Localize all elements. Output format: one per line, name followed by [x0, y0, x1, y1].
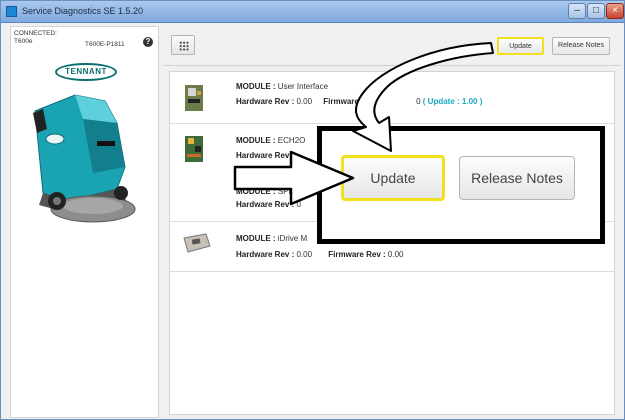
hardware-rev-value: 0.00: [296, 97, 313, 106]
minimize-button[interactable]: –: [568, 3, 586, 19]
tennant-logo: TENNANT: [55, 63, 117, 81]
connection-status-label: CONNECTED:: [14, 30, 57, 37]
app-icon: [6, 6, 17, 17]
module-name: SPE: [277, 187, 294, 196]
maximize-button[interactable]: □: [587, 3, 605, 19]
hardware-rev-value: 0.00: [296, 250, 313, 259]
hardware-rev-label: Hardware Rev :: [236, 97, 295, 106]
title-bar[interactable]: Service Diagnostics SE 1.5.20 – □ ×: [1, 1, 624, 23]
scrubber-machine-image: [33, 94, 136, 223]
window-title: Service Diagnostics SE 1.5.20: [22, 6, 144, 16]
machine-info-panel: CONNECTED: T600e T600E-P1811 ? TENNANT: [10, 26, 159, 418]
module-name: ECH2O: [277, 136, 306, 145]
circuit-board-icon: [185, 136, 203, 162]
hardware-rev-label: Hardware Rev: [236, 151, 290, 160]
grid-icon: [179, 41, 189, 51]
firmware-rev-label: Firmware Rev :: [328, 250, 386, 259]
release-notes-button[interactable]: Release Notes: [552, 37, 610, 55]
controller-module-icon: [183, 233, 211, 253]
zoomed-update-button[interactable]: Update: [341, 155, 445, 201]
firmware-label: Firmware: [323, 97, 359, 106]
firmware-update-available: ( Update : 1.00 ): [422, 97, 483, 106]
zoomed-release-notes-button[interactable]: Release Notes: [459, 156, 575, 200]
app-window: Service Diagnostics SE 1.5.20 – □ × CONN…: [0, 0, 625, 420]
hardware-rev-value: 0: [296, 200, 301, 209]
firmware-value: 0: [416, 97, 421, 106]
module-label: MODULE :: [236, 136, 276, 145]
module-label: MODULE :: [236, 187, 276, 196]
module-label: MODULE :: [236, 234, 276, 243]
module-row-user-interface[interactable]: MODULE : User Interface Hardware Rev : 0…: [170, 72, 614, 124]
update-button[interactable]: Update: [497, 37, 544, 55]
connected-model: T600e: [14, 38, 33, 45]
firmware-rev-value: 0.00: [387, 250, 404, 259]
close-button[interactable]: ×: [606, 3, 624, 19]
module-name: User Interface: [277, 82, 329, 91]
hardware-rev-label: Hardware Rev :: [236, 200, 295, 209]
zoomed-buttons-callout: Update Release Notes: [317, 126, 605, 244]
apps-grid-button[interactable]: [171, 35, 195, 55]
connected-serial: T600E-P1811: [85, 41, 125, 48]
help-icon[interactable]: ?: [143, 37, 153, 47]
circuit-board-icon: [185, 85, 203, 111]
module-label: MODULE :: [236, 82, 276, 91]
module-name: iDrive M: [277, 234, 308, 243]
hardware-rev-label: Hardware Rev :: [236, 250, 295, 259]
toolbar-divider: [163, 65, 621, 66]
